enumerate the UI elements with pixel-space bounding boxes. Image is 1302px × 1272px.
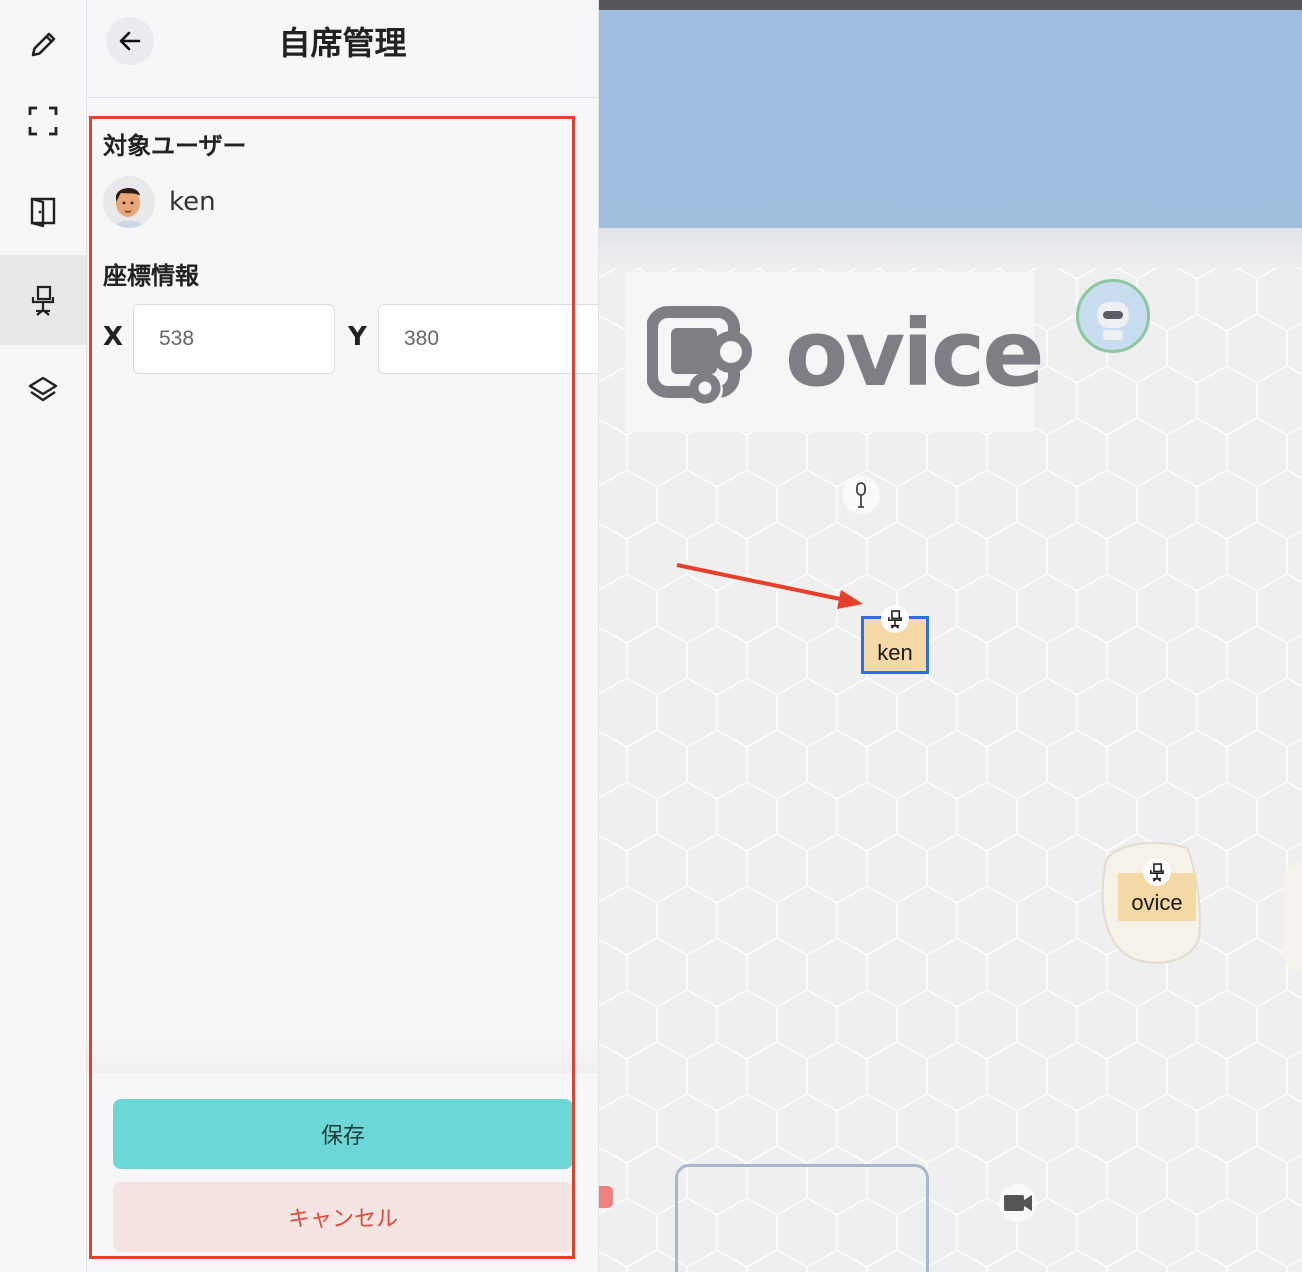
- ovice-logo: ovice: [625, 272, 1045, 432]
- user-avatar-icon: [103, 176, 155, 228]
- seat-ken-badge: [881, 605, 909, 633]
- panel-header: 自席管理: [87, 0, 598, 98]
- microphone-icon: [856, 482, 866, 508]
- sofa-edge: [1283, 862, 1302, 972]
- ovice-logo-text: ovice: [785, 300, 1045, 407]
- fullscreen-icon: [28, 106, 58, 136]
- meeting-area[interactable]: [675, 1164, 929, 1272]
- x-coordinate-input[interactable]: [133, 304, 335, 374]
- desk-chair-icon: [1150, 863, 1164, 882]
- map-wall-shadow: [599, 228, 1302, 268]
- microphone-object[interactable]: [842, 476, 880, 514]
- camera-object[interactable]: [999, 1184, 1037, 1222]
- door-icon: [30, 197, 56, 228]
- seat-ovice-badge: [1143, 858, 1171, 886]
- panel-title: 自席管理: [278, 24, 407, 62]
- cancel-button[interactable]: キャンセル: [113, 1182, 573, 1252]
- rail-item-layers[interactable]: [0, 345, 86, 435]
- space-map[interactable]: ovice ken ovice: [599, 0, 1302, 1272]
- y-label: Y: [348, 322, 367, 352]
- x-label: X: [103, 322, 124, 352]
- pencil-icon: [31, 32, 56, 57]
- save-button[interactable]: 保存: [113, 1099, 573, 1169]
- partial-object: [599, 1186, 613, 1208]
- arrow-left-icon: [119, 31, 141, 51]
- desk-chair-icon: [31, 285, 55, 316]
- map-top-bar: [599, 0, 1302, 10]
- target-user: ken: [103, 175, 216, 229]
- target-user-label: 対象ユーザー: [103, 132, 247, 160]
- layers-icon: [28, 376, 58, 402]
- ovice-logo-icon: [647, 306, 755, 406]
- y-coordinate-input[interactable]: [378, 304, 598, 374]
- rail-item-fullscreen[interactable]: [0, 76, 86, 166]
- footer-divider: [87, 1040, 598, 1075]
- video-camera-icon: [1004, 1195, 1032, 1211]
- map-wall-top: [599, 10, 1302, 228]
- tool-rail: [0, 0, 87, 1272]
- seat-management-panel: 自席管理 対象ユーザー ken 座標情報 X Y 保存 キャンセル: [87, 0, 599, 1272]
- robot-icon: [1097, 302, 1129, 340]
- rail-item-door[interactable]: [0, 166, 86, 256]
- seat-label: ovice: [1131, 890, 1183, 915]
- avatar: [103, 176, 155, 228]
- coordinates-label: 座標情報: [103, 262, 199, 290]
- back-button[interactable]: [106, 17, 154, 65]
- panel-footer: 保存 キャンセル: [87, 1073, 598, 1272]
- user-name: ken: [169, 187, 216, 217]
- rail-item-seat-management[interactable]: [0, 255, 86, 345]
- desk-chair-icon: [888, 610, 902, 629]
- bot-avatar[interactable]: [1076, 279, 1150, 353]
